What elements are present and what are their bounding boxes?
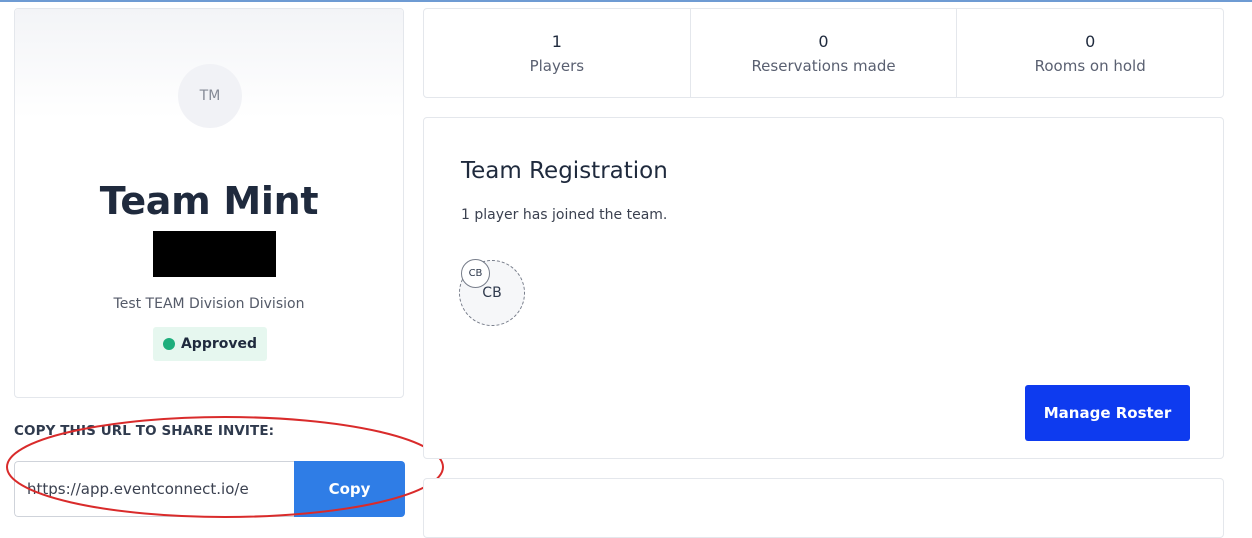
stat-label: Reservations made — [751, 56, 896, 75]
share-url-group: Copy — [14, 461, 405, 517]
status-dot-icon — [162, 338, 175, 350]
stat-players: 1 Players — [424, 9, 691, 97]
manage-roster-button[interactable]: Manage Roster — [1025, 385, 1190, 441]
top-border-line — [0, 0, 1252, 2]
stats-card: 1 Players 0 Reservations made 0 Rooms on… — [423, 8, 1224, 98]
redacted-block — [153, 231, 276, 277]
team-avatar: TM — [178, 64, 242, 128]
share-invite-label: COPY THIS URL TO SHARE INVITE: — [14, 423, 275, 439]
copy-button[interactable]: Copy — [294, 461, 405, 517]
stat-rooms-on-hold: 0 Rooms on hold — [957, 9, 1223, 97]
share-url-input[interactable] — [14, 461, 294, 517]
team-registration-card: Team Registration 1 player has joined th… — [423, 117, 1224, 459]
team-division: Test TEAM Division Division — [113, 296, 305, 312]
stat-reservations: 0 Reservations made — [691, 9, 958, 97]
next-card — [423, 478, 1224, 538]
status-badge: Approved — [153, 327, 267, 361]
status-label: Approved — [180, 336, 258, 352]
stat-label: Rooms on hold — [1034, 56, 1146, 75]
stat-value: 0 — [818, 31, 829, 51]
stat-value: 1 — [551, 31, 562, 51]
player-chip: CB — [461, 259, 490, 288]
team-card: TM Team Mint Test TEAM Division Division… — [14, 8, 404, 398]
team-name: Team Mint — [99, 179, 319, 223]
registration-subtitle: 1 player has joined the team. — [461, 207, 668, 223]
stat-label: Players — [529, 56, 585, 75]
stat-value: 0 — [1085, 31, 1096, 51]
registration-title: Team Registration — [461, 158, 668, 184]
